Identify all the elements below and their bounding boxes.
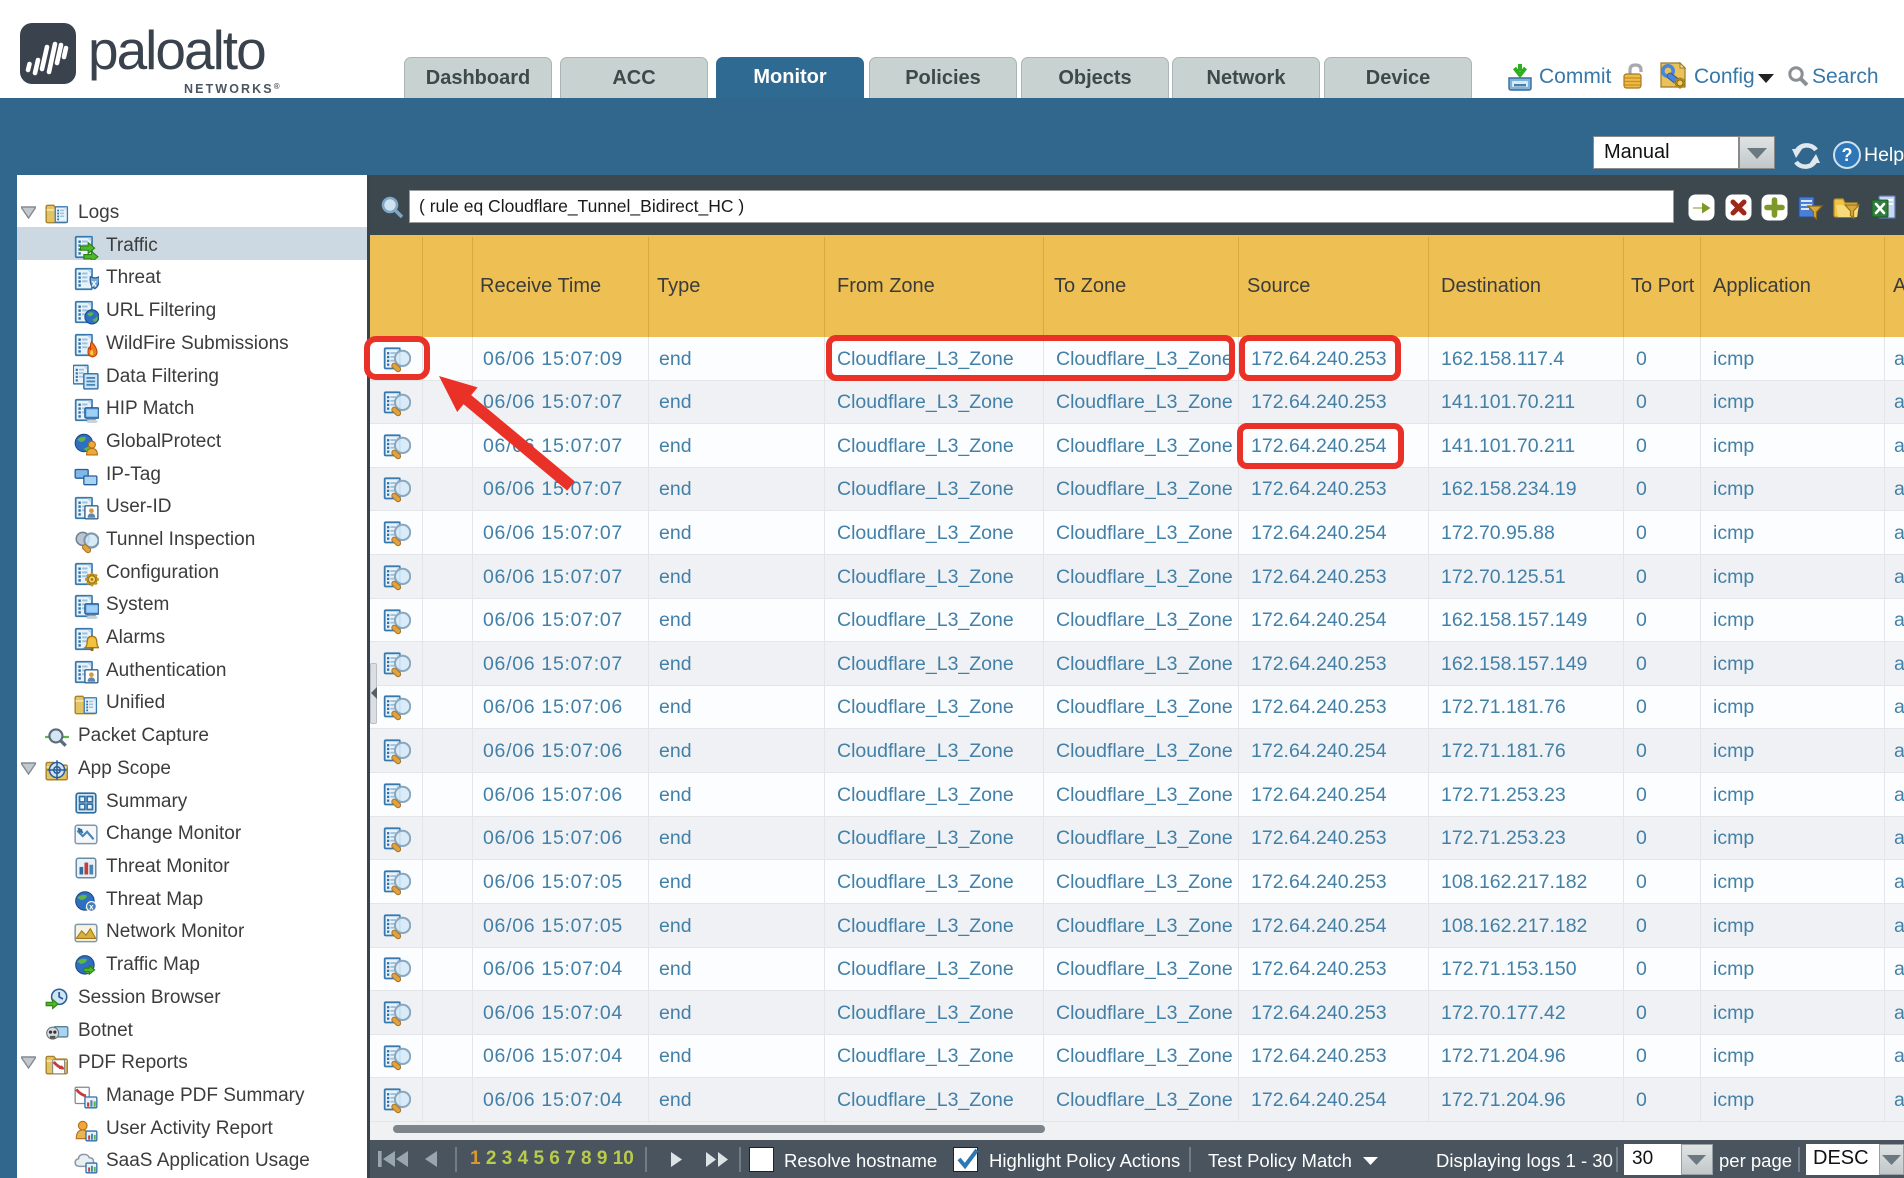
svg-text:x: x [91,279,97,290]
svg-text:x: x [89,903,94,912]
